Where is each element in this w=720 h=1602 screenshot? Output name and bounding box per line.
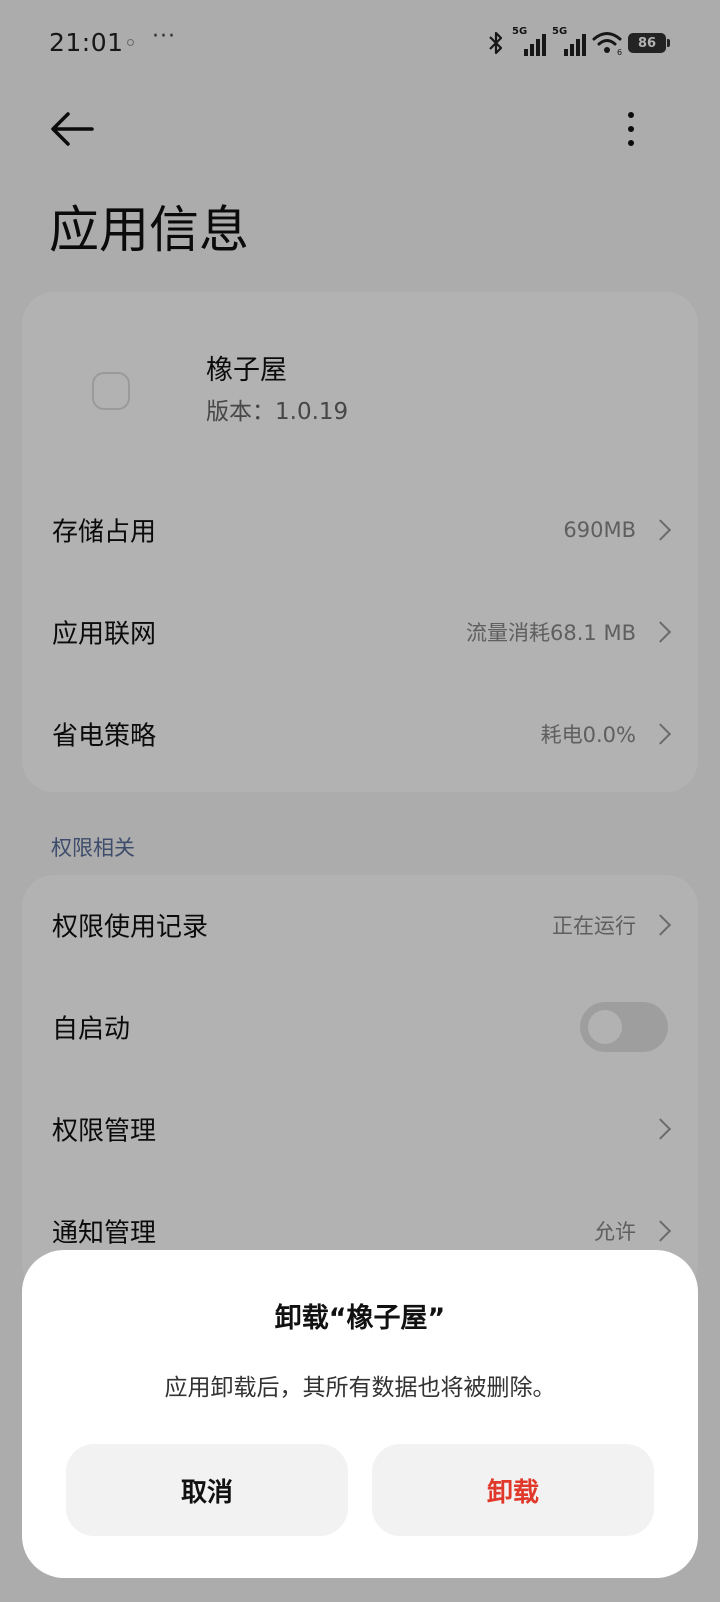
uninstall-button[interactable]: 卸载 [372,1444,654,1536]
dialog-message: 应用卸载后，其所有数据也将被删除。 [164,1375,556,1401]
cancel-button[interactable]: 取消 [66,1444,348,1536]
uninstall-dialog: 卸载“橡子屋” 应用卸载后，其所有数据也将被删除。 取消 卸载 [22,1250,698,1578]
dialog-title: 卸载“橡子屋” [274,1303,446,1334]
